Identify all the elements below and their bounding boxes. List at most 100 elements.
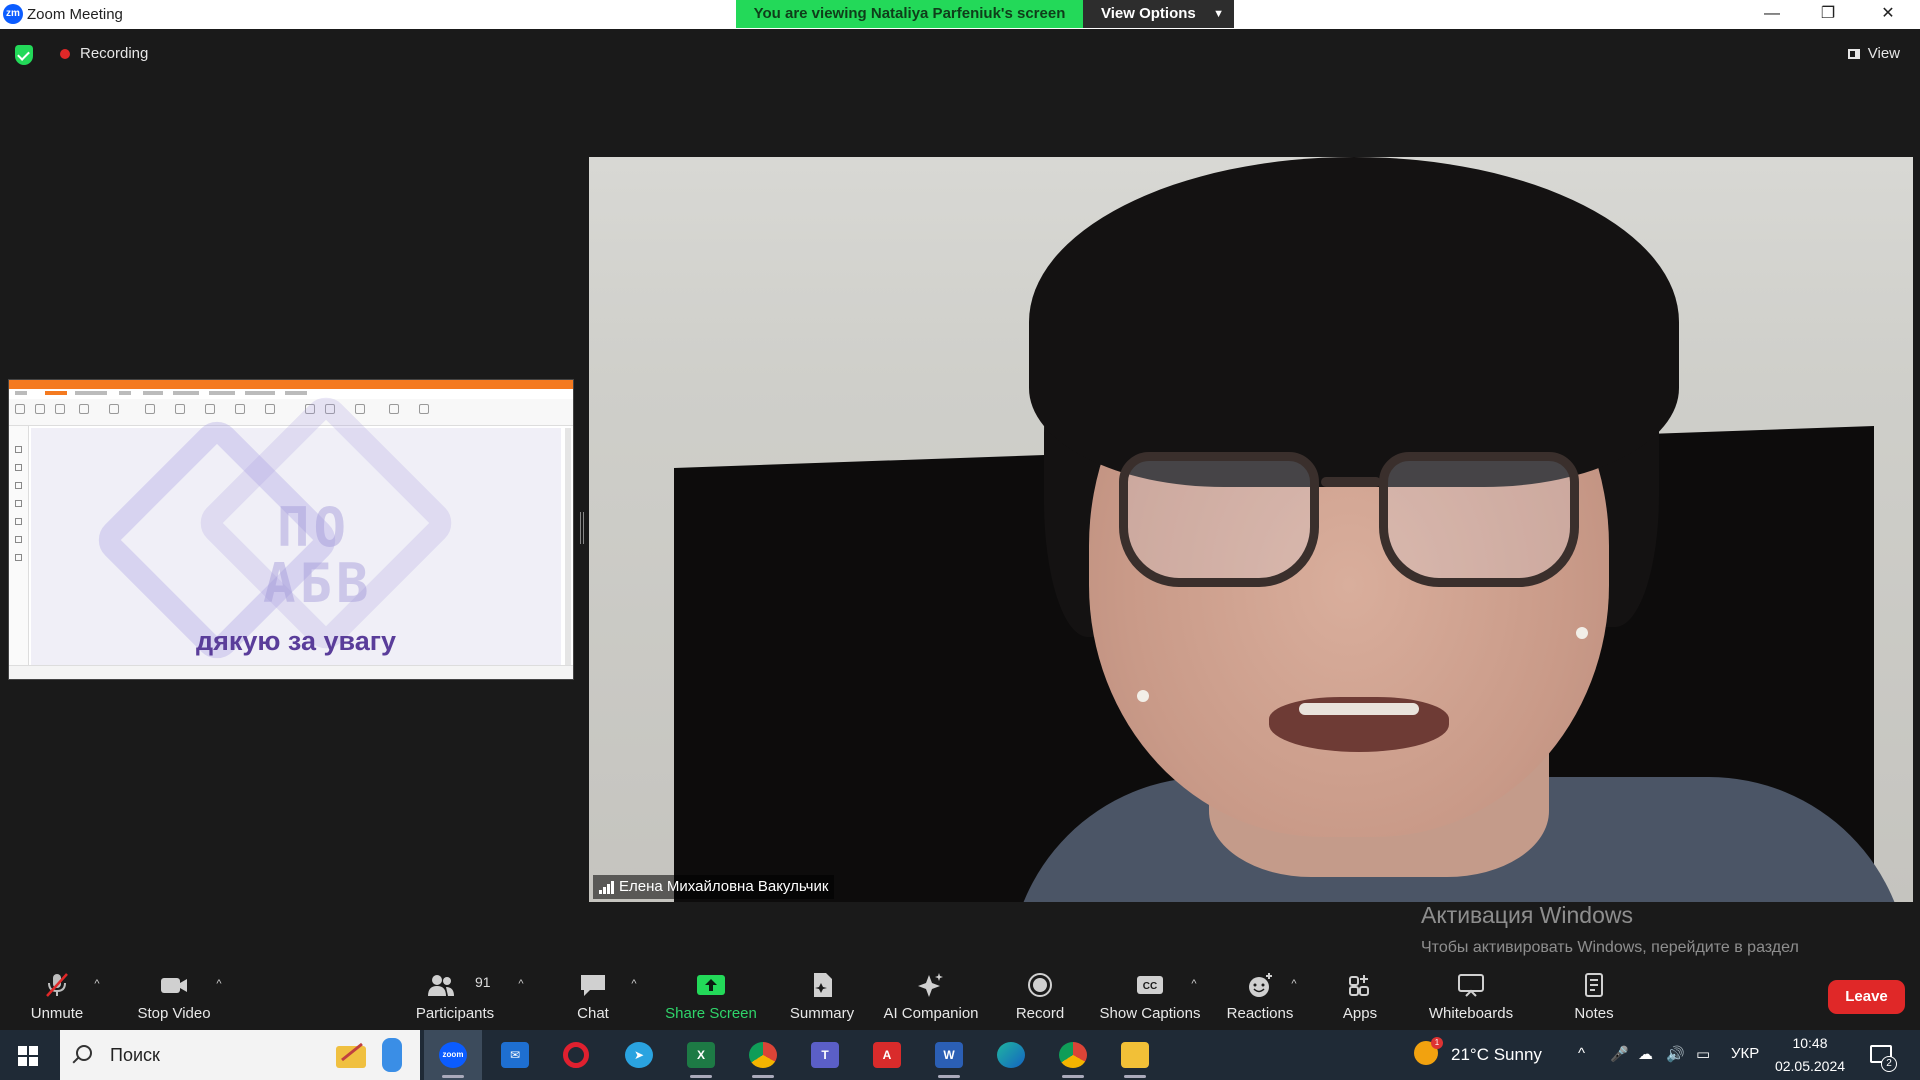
chevron-up-icon[interactable]: ^ xyxy=(1187,978,1201,990)
recording-label: Recording xyxy=(80,45,149,62)
minimize-icon[interactable]: — xyxy=(1744,0,1800,29)
glasses-lens xyxy=(1379,452,1579,587)
speaker-name-label: Елена Михайловна Вакульчик xyxy=(593,875,835,899)
chevron-up-icon[interactable]: ^ xyxy=(90,978,104,990)
active-app-indicator xyxy=(690,1075,712,1078)
participants-button[interactable]: 91 Participants xyxy=(408,960,502,1030)
summary-button[interactable]: Summary xyxy=(783,960,861,1030)
share-screen-label: Share Screen xyxy=(665,1005,757,1022)
panel-resize-handle[interactable] xyxy=(580,512,584,544)
video-person-mouth xyxy=(1269,697,1449,752)
show-captions-button[interactable]: CC Show Captions xyxy=(1094,960,1206,1030)
taskbar-telegram-app[interactable]: ➤ xyxy=(610,1030,668,1080)
glasses-bridge xyxy=(1321,477,1381,487)
ai-companion-button[interactable]: AI Companion xyxy=(876,960,986,1030)
chevron-up-icon[interactable]: ^ xyxy=(212,978,226,990)
unmute-label: Unmute xyxy=(30,1005,84,1022)
chrome-browser-icon xyxy=(749,1042,777,1068)
view-options-button[interactable]: View Options ▼ xyxy=(1083,0,1234,28)
taskbar-acrobat-app[interactable]: A xyxy=(858,1030,916,1080)
participants-label: Participants xyxy=(415,1005,495,1022)
reactions-button[interactable]: Reactions xyxy=(1221,960,1299,1030)
search-icon xyxy=(76,1045,92,1061)
taskbar-mail-app[interactable]: ✉ xyxy=(486,1030,544,1080)
chevron-up-icon[interactable]: ^ xyxy=(1287,978,1301,990)
whiteboard-icon xyxy=(1458,974,1484,997)
tray-overflow-chevron-icon[interactable]: ^ xyxy=(1578,1045,1585,1062)
closed-captions-icon: CC xyxy=(1137,976,1163,994)
active-app-indicator xyxy=(442,1075,464,1078)
chevron-up-icon[interactable]: ^ xyxy=(514,978,528,990)
active-speaker-video[interactable]: Елена Михайловна Вакульчик xyxy=(589,157,1913,902)
taskbar-edge-app[interactable] xyxy=(982,1030,1040,1080)
taskbar-excel-app[interactable]: X xyxy=(672,1030,730,1080)
shared-app-titlebar xyxy=(9,380,573,389)
active-app-indicator xyxy=(1124,1075,1146,1078)
svg-text:CC: CC xyxy=(1143,981,1157,992)
share-screen-icon xyxy=(697,975,725,995)
taskbar-chrome-app[interactable] xyxy=(734,1030,792,1080)
active-app-indicator xyxy=(1062,1075,1084,1078)
tray-language[interactable]: УКР xyxy=(1731,1045,1759,1062)
summary-label: Summary xyxy=(789,1005,855,1022)
stop-video-button[interactable]: Stop Video xyxy=(128,960,220,1030)
notes-label: Notes xyxy=(1574,1005,1614,1022)
taskbar-clock-time[interactable]: 10:48 xyxy=(1775,1035,1845,1051)
active-app-indicator xyxy=(938,1075,960,1078)
shared-app-menubar xyxy=(9,389,573,399)
record-button[interactable]: Record xyxy=(1005,960,1075,1030)
reactions-label: Reactions xyxy=(1226,1005,1294,1022)
chat-label: Chat xyxy=(577,1005,609,1022)
sparkle-icon xyxy=(918,973,943,997)
view-layout-button[interactable]: View xyxy=(1847,40,1900,68)
unmute-button[interactable]: Unmute xyxy=(18,960,96,1030)
window-title: Zoom Meeting xyxy=(27,6,123,23)
glasses-lens xyxy=(1119,452,1319,587)
taskbar-explorer-app[interactable] xyxy=(1106,1030,1164,1080)
signal-strength-icon xyxy=(599,881,615,894)
mail-envelope-icon: ✉ xyxy=(501,1042,529,1068)
taskbar-clock-date[interactable]: 02.05.2024 xyxy=(1772,1058,1848,1074)
recording-indicator[interactable]: Recording xyxy=(50,40,160,68)
word-icon: W xyxy=(935,1042,963,1068)
record-icon xyxy=(1028,973,1052,997)
shared-screen-thumbnail[interactable]: ПО АБВ дякую за увагу xyxy=(8,379,574,680)
zoom-app-icon: zoom xyxy=(439,1042,467,1068)
active-app-indicator xyxy=(752,1075,774,1078)
weather-sun-icon[interactable] xyxy=(1414,1037,1443,1065)
shared-app-statusbar xyxy=(9,665,573,679)
taskbar-teams-app[interactable]: T xyxy=(796,1030,854,1080)
notes-button[interactable]: Notes xyxy=(1564,960,1624,1030)
security-shield-icon[interactable] xyxy=(15,45,33,65)
restore-icon[interactable]: ❐ xyxy=(1800,0,1856,29)
pdf-reader-icon: A xyxy=(873,1042,901,1068)
leave-button[interactable]: Leave xyxy=(1828,980,1905,1014)
windows-start-icon[interactable] xyxy=(18,1046,38,1066)
participants-count: 91 xyxy=(475,974,491,990)
teams-icon: T xyxy=(811,1042,839,1068)
share-screen-button[interactable]: Share Screen xyxy=(660,960,762,1030)
chevron-up-icon[interactable]: ^ xyxy=(627,978,641,990)
taskbar-zoom-app[interactable]: zoom xyxy=(424,1030,482,1080)
weather-text[interactable]: 21°C Sunny xyxy=(1451,1045,1542,1065)
taskbar-word-app[interactable]: W xyxy=(920,1030,978,1080)
tray-microphone-icon[interactable]: 🎤 xyxy=(1610,1045,1629,1063)
tray-battery-icon[interactable]: ▭ xyxy=(1696,1045,1710,1063)
whiteboards-button[interactable]: Whiteboards xyxy=(1420,960,1522,1030)
whiteboards-label: Whiteboards xyxy=(1428,1005,1514,1022)
ai-companion-label: AI Companion xyxy=(883,1005,979,1022)
tray-network-icon[interactable]: ☁ xyxy=(1638,1045,1653,1063)
chat-button[interactable]: Chat xyxy=(563,960,623,1030)
taskbar-chrome-profile-app[interactable] xyxy=(1044,1030,1102,1080)
tray-volume-icon[interactable]: 🔊 xyxy=(1666,1045,1685,1063)
taskbar-search-box[interactable]: Поиск xyxy=(60,1030,420,1080)
earring xyxy=(1137,690,1149,702)
apps-button[interactable]: Apps xyxy=(1334,960,1386,1030)
video-person-hair xyxy=(1029,157,1679,487)
earring xyxy=(1576,627,1588,639)
close-icon[interactable]: ✕ xyxy=(1860,0,1916,29)
taskbar-opera-app[interactable] xyxy=(548,1030,606,1080)
summary-document-icon xyxy=(814,973,832,997)
notes-icon xyxy=(1585,973,1603,997)
meeting-toolbar: Unmute ^ Stop Video ^ 91 Participants ^ … xyxy=(0,960,1920,1030)
